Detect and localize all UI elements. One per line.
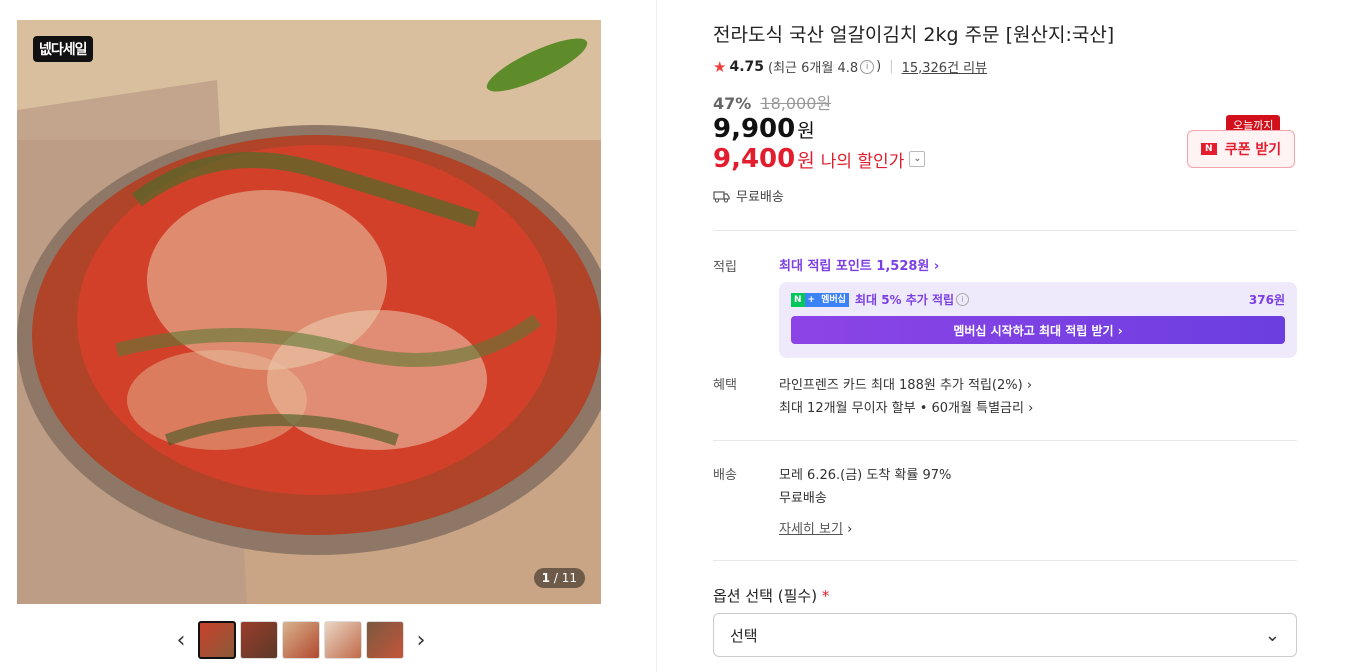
option-select[interactable]: 선택 ⌄ bbox=[713, 613, 1297, 657]
divider bbox=[713, 230, 1297, 231]
my-price-unit: 원 bbox=[797, 150, 815, 172]
rating-close: ) bbox=[876, 59, 882, 74]
thumbnail-strip: ‹ › bbox=[168, 620, 434, 660]
delivery-label: 배송 bbox=[713, 468, 737, 483]
product-title: 전라도식 국산 얼갈이김치 2kg 주문 [원산지:국산] bbox=[713, 24, 1115, 46]
points-label: 적립 bbox=[713, 260, 737, 275]
main-product-image[interactable]: 넶다세일 1 / 11 bbox=[17, 20, 601, 604]
card-benefit-link[interactable]: 라인프렌즈 카드 최대 188원 추가 적립(2%) › bbox=[779, 374, 1032, 393]
sale-price: 9,900 원 bbox=[713, 114, 815, 144]
option-label: 옵션 선택 (필수) * bbox=[713, 587, 830, 605]
max-points-link[interactable]: 최대 적립 포인트 1,528원 › bbox=[779, 255, 939, 274]
thumbnail-3[interactable] bbox=[282, 621, 320, 659]
star-icon: ★ bbox=[713, 57, 727, 76]
info-icon[interactable]: i bbox=[956, 293, 970, 306]
my-price: 9,400 원 나의 할인가 ⌄ bbox=[713, 144, 926, 174]
image-counter: 1 / 11 bbox=[533, 568, 585, 588]
rating-recent: (최근 6개월 4.8 bbox=[768, 61, 859, 76]
naver-plus-badge: N + 멤버십 bbox=[791, 292, 849, 307]
thumbnail-4[interactable] bbox=[324, 621, 362, 659]
free-shipping-text: 무료배송 bbox=[736, 190, 784, 205]
delivery-fee: 무료배송 bbox=[779, 491, 827, 506]
price-unit: 원 bbox=[797, 120, 815, 142]
divider: | bbox=[889, 59, 894, 74]
product-gallery: 넶다세일 1 / 11 ‹ › bbox=[0, 0, 657, 672]
discount-rate: 47% bbox=[713, 94, 752, 113]
prev-arrow-icon[interactable]: ‹ bbox=[168, 620, 194, 660]
coupon-button[interactable]: N 쿠폰 받기 bbox=[1187, 130, 1295, 168]
rating-row: ★ 4.75 (최근 6개월 4.8 i ) | 15,326건 리뷰 bbox=[713, 57, 988, 77]
next-arrow-icon[interactable]: › bbox=[408, 620, 434, 660]
my-price-value: 9,400 bbox=[713, 144, 796, 174]
price-value: 9,900 bbox=[713, 114, 796, 144]
delivery-arrival: 모레 6.26.(금) 도착 확률 97% bbox=[779, 468, 952, 483]
sale-badge: 넶다세일 bbox=[33, 36, 93, 62]
naver-logo-icon: N bbox=[1200, 143, 1217, 155]
membership-amount: 376원 bbox=[1248, 293, 1285, 307]
option-select-value: 선택 bbox=[730, 626, 758, 645]
delivery-detail-link[interactable]: 자세히 보기 › bbox=[779, 518, 852, 537]
divider bbox=[713, 440, 1297, 441]
discount-row: 47% 18,000원 bbox=[713, 90, 831, 114]
benefits-label: 혜택 bbox=[713, 378, 737, 393]
coupon-label: 쿠폰 받기 bbox=[1224, 142, 1282, 158]
info-icon[interactable]: i bbox=[860, 59, 875, 74]
rating-score: 4.75 bbox=[729, 58, 764, 75]
my-price-label: 나의 할인가 bbox=[820, 152, 905, 172]
divider bbox=[713, 560, 1297, 561]
truck-icon bbox=[713, 190, 730, 203]
installment-benefit-link[interactable]: 최대 12개월 무이자 할부 • 60개월 특별금리 › bbox=[779, 397, 1033, 416]
thumbnail-2[interactable] bbox=[240, 621, 278, 659]
original-price: 18,000원 bbox=[760, 94, 832, 113]
review-count-link[interactable]: 15,326건 리뷰 bbox=[902, 57, 988, 76]
membership-start-button[interactable]: 멤버십 시작하고 최대 적립 받기 › bbox=[791, 316, 1285, 344]
chevron-down-icon[interactable]: ⌄ bbox=[909, 151, 926, 167]
shipping-summary: 무료배송 bbox=[713, 186, 784, 205]
chevron-down-icon: ⌄ bbox=[1264, 624, 1280, 646]
membership-box: N + 멤버십 최대 5% 추가 적립 i 376원 멤버십 시작하고 최대 적립 … bbox=[779, 282, 1297, 358]
thumbnail-5[interactable] bbox=[366, 621, 404, 659]
membership-text: 최대 5% 추가 적립 bbox=[854, 293, 955, 307]
thumbnail-1[interactable] bbox=[198, 621, 236, 659]
